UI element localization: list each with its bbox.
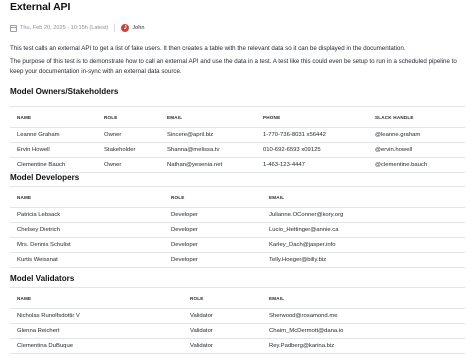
table-cell: @ervin.howell [368,142,465,158]
column-header: NAME [10,287,183,309]
table-cell: Owner [97,157,160,173]
table-row: Ervin Howell Stakeholder Shanna@melissa.… [10,142,465,158]
author-name: John [132,25,145,31]
table-cell: Telly.Hoeger@billy.biz [262,252,465,268]
owners-heading: Model Owners/Stakeholders [10,87,119,96]
table-cell: Nicholas Runolfsdottir V [10,308,183,324]
table-cell: Leanne Graham [10,127,97,143]
table-cell: Lucio_Hettinger@annie.ca [262,222,465,238]
table-row: Nicholas Runolfsdottir V Validator Sherw… [10,308,465,324]
table-cell: Clementina DuBuque [10,338,183,354]
intro-paragraph: This test calls an external API to get a… [10,45,406,52]
table-cell: Julianne.OConner@kory.org [262,207,465,223]
calendar-icon [10,24,17,32]
table-cell: @clementine.bauch [368,157,465,173]
table-row: Chelsey Dietrich Developer Lucio_Hetting… [10,222,465,238]
table-row: Glenna Reichert Validator Chaim_McDermot… [10,323,465,339]
page-title: External API [10,1,71,13]
table-cell: Clementine Bauch [10,157,97,173]
column-header: EMAIL [262,186,465,208]
document-meta: Thu, Feb 20, 2025 - 10:15h (Latest) J Jo… [10,24,144,32]
table-cell: Validator [183,308,262,324]
table-cell: Mrs. Dennis Schulist [10,237,164,253]
column-header: SLACK HANDLE [368,106,465,128]
document-page: External API Thu, Feb 20, 2025 - 10:15h … [0,0,474,361]
meta-divider [114,24,116,32]
table-row: Clementine Bauch Owner Nathan@yesenia.ne… [10,157,465,173]
table-header-row: NAME ROLE EMAIL [10,287,465,309]
table-row: Leanne Graham Owner Sincere@april.biz 1-… [10,127,465,143]
table-cell: Sherwood@rosamond.me [262,308,465,324]
avatar: J [121,24,130,32]
validators-heading: Model Validators [10,274,75,283]
table-cell: Developer [164,207,262,223]
column-header: ROLE [183,287,262,309]
table-cell: Sincere@april.biz [160,127,256,143]
table-cell: Developer [164,252,262,268]
validators-table: NAME ROLE EMAIL Nicholas Runolfsdottir V… [10,287,465,354]
table-cell: Glenna Reichert [10,323,183,339]
owners-table: NAME ROLE EMAIL PHONE SLACK HANDLE Leann… [10,106,465,173]
column-header: ROLE [97,106,160,128]
table-cell: 010-692-6593 x09125 [256,142,368,158]
table-cell: Shanna@melissa.tv [160,142,256,158]
table-row: Patricia Lebsack Developer Julianne.OCon… [10,207,465,223]
column-header: PHONE [256,106,368,128]
table-cell: Ervin Howell [10,142,97,158]
table-cell: Rey.Padberg@karina.biz [262,338,465,354]
table-cell: Nathan@yesenia.net [160,157,256,173]
table-header-row: NAME ROLE EMAIL [10,186,465,208]
column-header: NAME [10,186,164,208]
table-cell: @leanne.graham [368,127,465,143]
table-header-row: NAME ROLE EMAIL PHONE SLACK HANDLE [10,106,465,128]
table-cell: Chaim_McDermott@dana.io [262,323,465,339]
column-header: EMAIL [160,106,256,128]
table-cell: Karley_Dach@jasper.info [262,237,465,253]
column-header: ROLE [164,186,262,208]
developers-heading: Model Developers [10,173,80,182]
document-date: Thu, Feb 20, 2025 - 10:15h (Latest) [20,25,109,31]
purpose-paragraph: The purpose of this test is to demonstra… [10,58,457,75]
table-row: Clementina DuBuque Validator Rey.Padberg… [10,338,465,354]
table-cell: Kurtis Weissnat [10,252,164,268]
table-cell: Patricia Lebsack [10,207,164,223]
column-header: NAME [10,106,97,128]
table-cell: Stakeholder [97,142,160,158]
table-cell: 1-463-123-4447 [256,157,368,173]
table-cell: Developer [164,222,262,238]
table-cell: Validator [183,323,262,339]
table-cell: Developer [164,237,262,253]
table-cell: Owner [97,127,160,143]
table-cell: 1-770-736-8031 x56442 [256,127,368,143]
table-row: Kurtis Weissnat Developer Telly.Hoeger@b… [10,252,465,268]
table-cell: Chelsey Dietrich [10,222,164,238]
column-header: EMAIL [262,287,465,309]
table-row: Mrs. Dennis Schulist Developer Karley_Da… [10,237,465,253]
table-cell: Validator [183,338,262,354]
developers-table: NAME ROLE EMAIL Patricia Lebsack Develop… [10,186,465,268]
